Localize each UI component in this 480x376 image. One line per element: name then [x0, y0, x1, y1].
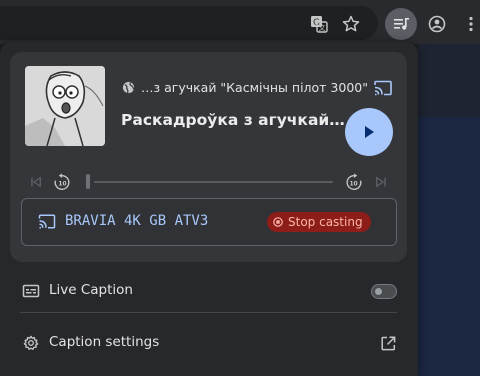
divider: [20, 312, 397, 313]
seek-forward-seconds: 10: [349, 182, 357, 188]
translate-icon: G 文: [311, 16, 328, 33]
media-controls-icon: [394, 18, 409, 30]
cast-icon[interactable]: [373, 80, 393, 96]
media-item-card: …з агучкай "Касмічны пілот 3000" Раскадр…: [10, 52, 407, 262]
progress-thumb[interactable]: [86, 174, 90, 189]
open-in-new-icon: [381, 336, 396, 351]
globe-icon: [122, 81, 135, 94]
caption-settings-label: Caption settings: [49, 334, 160, 350]
live-caption-label: Live Caption: [49, 282, 133, 298]
toggle-knob: [375, 288, 382, 295]
gear-icon: [23, 335, 39, 350]
svg-text:文: 文: [319, 23, 326, 32]
stop-circle-icon: [273, 217, 283, 227]
closed-caption-icon: [22, 284, 40, 298]
skip-previous-icon: [31, 176, 41, 188]
stop-casting-button[interactable]: Stop casting: [267, 212, 371, 232]
profile-button[interactable]: [421, 8, 453, 40]
live-caption-row[interactable]: Live Caption: [0, 271, 418, 311]
media-title: Раскадроўка з агучкай…: [121, 111, 345, 129]
seek-back-seconds: 10: [58, 182, 66, 188]
media-controls-button[interactable]: [385, 8, 417, 40]
previous-track-button[interactable]: [29, 172, 43, 192]
forward-10-icon: 10: [346, 173, 362, 190]
live-caption-toggle[interactable]: [371, 284, 397, 299]
star-icon: [342, 15, 360, 32]
page-content-block: [418, 117, 480, 376]
caption-settings-row[interactable]: Caption settings: [0, 323, 418, 363]
cast-device-name: BRAVIA 4K GB ATV3: [65, 213, 209, 229]
play-icon: [365, 126, 374, 138]
next-track-button[interactable]: [374, 172, 388, 192]
skip-next-icon: [376, 176, 386, 188]
seek-forward-button[interactable]: 10: [343, 172, 365, 192]
more-vert-icon: [469, 16, 473, 32]
menu-button[interactable]: [455, 8, 480, 40]
cast-device-row[interactable]: BRAVIA 4K GB ATV3 Stop casting: [21, 198, 397, 246]
media-source-line: …з агучкай "Касмічны пілот 3000": [122, 80, 368, 95]
cast-connected-icon: [38, 214, 56, 229]
seek-back-button[interactable]: 10: [51, 172, 73, 192]
media-source-text: …з агучкай "Касмічны пілот 3000": [141, 80, 368, 95]
browser-toolbar: G 文: [0, 0, 480, 44]
play-button[interactable]: [345, 108, 393, 156]
artwork-thumbnail: [25, 66, 105, 146]
media-controls-dialog: …з агучкай "Касмічны пілот 3000" Раскадр…: [0, 42, 418, 376]
translate-button[interactable]: G 文: [303, 8, 335, 40]
stop-casting-label: Stop casting: [288, 215, 363, 229]
replay-10-icon: 10: [54, 173, 70, 190]
page-background: [418, 44, 480, 376]
profile-icon: [428, 15, 446, 33]
progress-track[interactable]: [94, 181, 333, 183]
bookmark-button[interactable]: [335, 8, 367, 40]
